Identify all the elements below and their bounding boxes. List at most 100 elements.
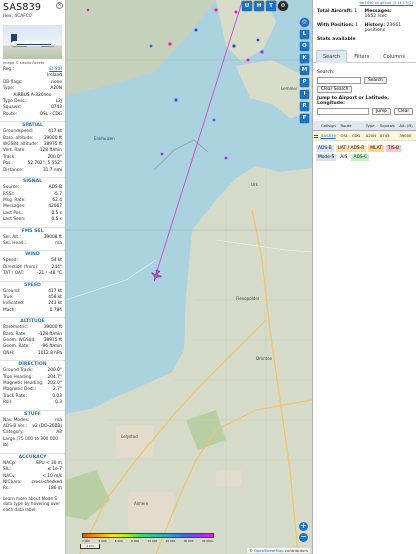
info-key: Mach:: [3, 307, 16, 313]
tab-filters[interactable]: Filters: [347, 50, 376, 63]
info-value: -21 / -48 °C: [37, 271, 62, 277]
table-row[interactable]: SAS839 OSL - CDG A20N 0743 39000: [313, 130, 416, 142]
map-view[interactable]: Lelystad Flevopolder Almere Enkhuizen Le…: [66, 0, 312, 554]
search-input[interactable]: [317, 77, 361, 85]
detail-key: Reg.:: [3, 67, 14, 72]
toggle-p-button[interactable]: P: [300, 78, 309, 87]
zoom-in-button[interactable]: +: [299, 522, 308, 531]
search-panel: Search: Search Clear Search Jump to Airp…: [313, 63, 416, 116]
clear-search-button[interactable]: Clear Search: [317, 86, 353, 94]
aircraft-info-panel: SAS839 Hex: 4CAFC0 × Image © Laszlo Feke…: [0, 0, 66, 554]
detail-row: Route: OSL - CDG: [0, 112, 65, 118]
sidebar-tabs: Search Filters Columns: [313, 50, 416, 64]
map-attribution: © OpenStreetMap contributors: [246, 548, 310, 553]
altitude-tick: 8 000: [131, 539, 140, 543]
info-value: 0.5 s: [51, 217, 62, 223]
photo-credit: Image © Laszlo Fekete: [3, 61, 45, 65]
stats-available-note[interactable]: Stats available: [317, 37, 365, 42]
close-icon[interactable]: ×: [56, 2, 63, 9]
aircraft-table: Callsign Route Type Squawk Alt. (ft) SAS…: [313, 121, 416, 142]
info-row: Last Seen: 0.5 s: [0, 217, 65, 223]
aircraft-details: Reg.: EI-SIH Ireland DB flags: none Type: A20N…: [0, 67, 65, 118]
aircraft-callsign: SAS839: [3, 2, 42, 13]
search-button[interactable]: Search: [364, 77, 387, 85]
legend-uat-ads-r: UAT / ADS-R: [335, 145, 367, 153]
column-route[interactable]: Route: [339, 121, 365, 132]
section-title-fms-sel: FMS SEL: [0, 226, 65, 235]
section-title-signal: SIGNAL: [0, 177, 65, 185]
toggle-u-button[interactable]: U: [242, 1, 252, 11]
detail-key: Route:: [3, 111, 17, 117]
cell-route: OSL - CDG: [339, 130, 365, 142]
town-label-lelystad: Lelystad: [121, 434, 138, 439]
column-squawk[interactable]: Squawk: [378, 121, 399, 132]
map-scale-bar: 2 km: [80, 544, 100, 549]
altitude-tick: 4 000: [98, 539, 107, 543]
cell-altitude: 39000: [398, 130, 416, 142]
section-title-speed: SPEED: [0, 280, 65, 289]
town-label-dronten: Dronten: [256, 356, 273, 361]
toggle-k-button[interactable]: K: [300, 54, 309, 63]
tab-search[interactable]: Search: [316, 50, 348, 64]
clear-button[interactable]: Clear: [393, 108, 414, 116]
cell-type: A20N: [364, 130, 379, 142]
toggle-l-button[interactable]: L: [300, 30, 309, 39]
osm-link[interactable]: OpenStreetMap: [254, 548, 284, 553]
map-canvas[interactable]: Lelystad Flevopolder Almere Enkhuizen Le…: [66, 0, 312, 554]
info-row: Mach: 0.784: [0, 308, 65, 314]
town-label-lemmer: Lemmer: [281, 86, 298, 91]
jump-button[interactable]: Jump: [372, 108, 391, 116]
toggle-f-button[interactable]: F: [300, 114, 309, 123]
town-label-flevopolder: Flevopolder: [236, 296, 260, 301]
altitude-tick-labels: 2 000 4 000 6 000 8 000 10 000 20 000 30 000 40…: [82, 539, 214, 543]
legend-mode-s: Mode-S: [316, 154, 337, 162]
attribution-suffix: contributors: [284, 548, 308, 553]
column-callsign[interactable]: Callsign: [320, 121, 340, 132]
info-row: Distance: 31.7 nmi: [0, 168, 65, 174]
attribution-prefix: ©: [248, 548, 253, 553]
map-side-buttons: ◎ L O K M P I R F: [300, 18, 309, 126]
town-label-almere: Almere: [134, 501, 149, 506]
info-value: 186 m: [48, 486, 62, 492]
table-header-row: Callsign Route Type Squawk Alt. (ft): [313, 121, 416, 132]
sidebar: tar1090 on github (3.14.1702) Total Airc…: [312, 0, 416, 554]
info-row: Large (75 000 to 300 000 lb): [0, 437, 65, 450]
altitude-tick: 6 000: [114, 539, 123, 543]
info-row: TAT / OAT: -21 / -48 °C: [0, 271, 65, 277]
section-title-altitude: ALTITUDE: [0, 317, 65, 325]
toggle-o-button[interactable]: O: [300, 42, 309, 51]
zoom-out-button[interactable]: −: [299, 533, 308, 542]
legend-mlat: MLAT: [368, 145, 384, 153]
info-key: Rc:: [3, 486, 10, 492]
info-key: Last Seen:: [3, 217, 26, 223]
toggle-i-button[interactable]: I: [300, 90, 309, 99]
column-altitude[interactable]: Alt. (ft): [398, 121, 416, 132]
section-title-stuff: STUFF: [0, 409, 65, 418]
toggle-m-button[interactable]: M: [300, 66, 309, 75]
tab-columns[interactable]: Columns: [376, 50, 412, 63]
layers-icon[interactable]: ◎: [300, 18, 309, 27]
detail-value: OSL - CDG: [39, 111, 62, 117]
toggle-r-button[interactable]: R: [300, 102, 309, 111]
info-row: QNH: 1012.8 hPa: [0, 351, 65, 357]
legend-ads-b: ADS-B: [316, 145, 334, 153]
info-value: n/a: [55, 240, 62, 246]
stat-with-position: With Position: 1: [317, 22, 358, 28]
info-row: Sel. Head.: n/a: [0, 241, 65, 247]
toggle-h-button[interactable]: H: [254, 1, 264, 11]
info-key: QNH:: [3, 350, 15, 356]
stats-block: Total Aircraft: 1 Messages: 1652 /sec Wit…: [313, 6, 416, 42]
stat-messages: Messages: 1652 /sec: [364, 9, 392, 20]
info-value: 31.7 nmi: [42, 167, 62, 173]
cell-squawk: 0743: [378, 130, 399, 142]
aircraft-photo[interactable]: [3, 25, 62, 59]
map-top-buttons: U H T ⚙: [242, 1, 288, 11]
jump-input[interactable]: [317, 108, 369, 116]
detail-value: A20N: [50, 86, 62, 92]
legend-ais: AIS: [338, 154, 350, 162]
cell-callsign[interactable]: SAS839: [320, 130, 340, 142]
column-type[interactable]: Type: [364, 121, 379, 132]
settings-gear-icon[interactable]: ⚙: [278, 1, 288, 11]
footer-note: Learn more about Mode S data type by hov…: [3, 495, 61, 512]
toggle-t-button[interactable]: T: [266, 1, 276, 11]
